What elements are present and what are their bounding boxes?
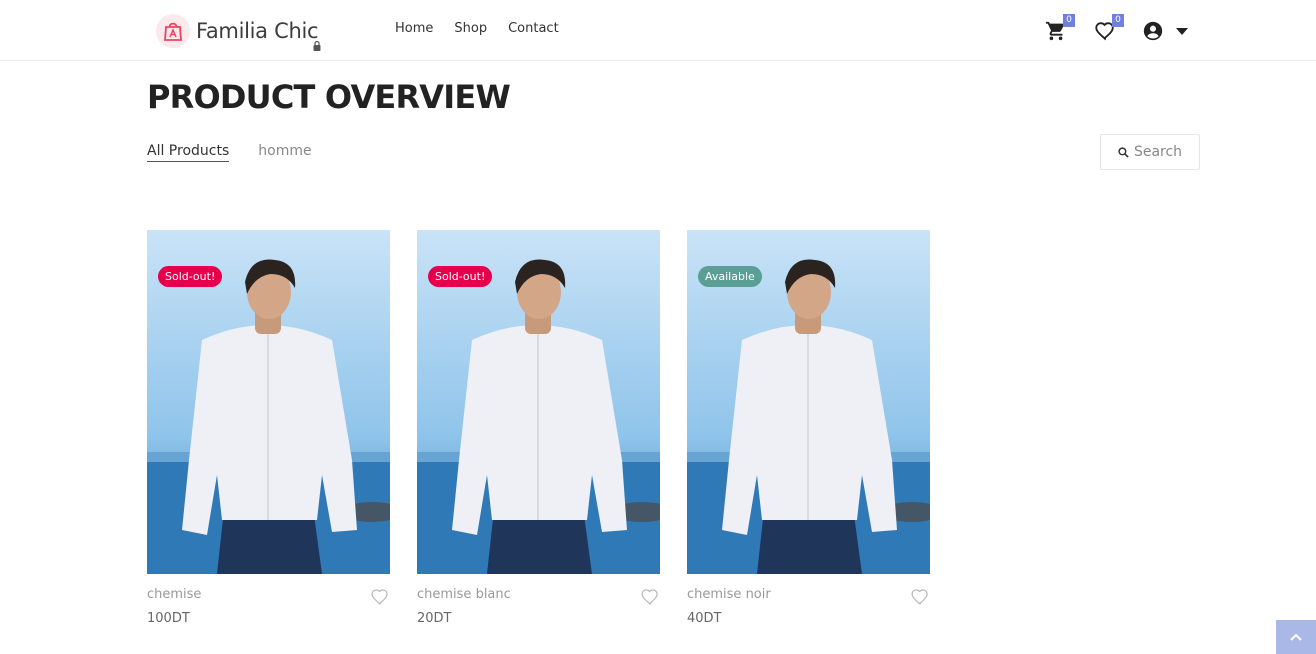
heart-outline-icon xyxy=(371,589,388,606)
nav-contact-link[interactable]: Contact xyxy=(508,21,559,36)
product-name[interactable]: chemise noir xyxy=(687,587,771,602)
nav-home-link[interactable]: Home xyxy=(395,21,433,36)
cart-count-badge: 0 xyxy=(1063,14,1075,27)
product-price: 40DT xyxy=(687,611,722,626)
site-header: Familia Chic Home Shop Contact 0 0 xyxy=(0,0,1316,61)
page-title: PRODUCT OVERVIEW xyxy=(147,78,511,116)
account-menu-toggle[interactable] xyxy=(1169,18,1195,44)
product-image[interactable]: Sold-out! xyxy=(147,230,390,574)
account-button[interactable] xyxy=(1140,18,1166,44)
user-circle-icon xyxy=(1143,21,1163,41)
product-card[interactable]: Sold-out! chemise blanc 20DT xyxy=(417,230,660,626)
category-filters: All Products homme xyxy=(147,143,312,162)
wishlist-count-badge: 0 xyxy=(1112,14,1124,27)
shopping-bag-icon xyxy=(156,14,190,48)
add-to-wishlist-button[interactable] xyxy=(370,587,390,607)
product-name[interactable]: chemise xyxy=(147,587,201,602)
heart-outline-icon xyxy=(911,589,928,606)
cart-button[interactable]: 0 xyxy=(1043,14,1075,44)
main-nav: Home Shop Contact xyxy=(395,21,559,36)
add-to-wishlist-button[interactable] xyxy=(910,587,930,607)
product-image[interactable]: Sold-out! xyxy=(417,230,660,574)
brand-name: Familia Chic xyxy=(196,19,319,43)
wishlist-button[interactable]: 0 xyxy=(1092,14,1124,44)
product-price: 20DT xyxy=(417,611,452,626)
status-badge: Sold-out! xyxy=(428,266,493,287)
caret-down-icon xyxy=(1176,28,1188,35)
search-icon xyxy=(1118,146,1129,158)
chevron-up-icon xyxy=(1290,633,1302,641)
nav-shop-link[interactable]: Shop xyxy=(454,21,487,36)
product-price: 100DT xyxy=(147,611,190,626)
filter-all-products[interactable]: All Products xyxy=(147,143,230,162)
header-actions: 0 0 xyxy=(1040,14,1200,46)
product-card[interactable]: Sold-out! chemise 100DT xyxy=(147,230,390,626)
back-to-top-button[interactable] xyxy=(1276,620,1316,654)
search-button[interactable]: Search xyxy=(1100,134,1200,170)
product-name[interactable]: chemise blanc xyxy=(417,587,511,602)
add-to-wishlist-button[interactable] xyxy=(640,587,660,607)
product-card[interactable]: Available chemise noir 40DT xyxy=(687,230,930,626)
brand-logo[interactable]: Familia Chic xyxy=(156,11,321,51)
status-badge: Available xyxy=(698,266,762,287)
status-badge: Sold-out! xyxy=(158,266,223,287)
search-label: Search xyxy=(1133,144,1183,160)
lock-icon xyxy=(313,36,321,55)
product-image[interactable]: Available xyxy=(687,230,930,574)
heart-outline-icon xyxy=(641,589,658,606)
filter-homme[interactable]: homme xyxy=(258,143,311,162)
